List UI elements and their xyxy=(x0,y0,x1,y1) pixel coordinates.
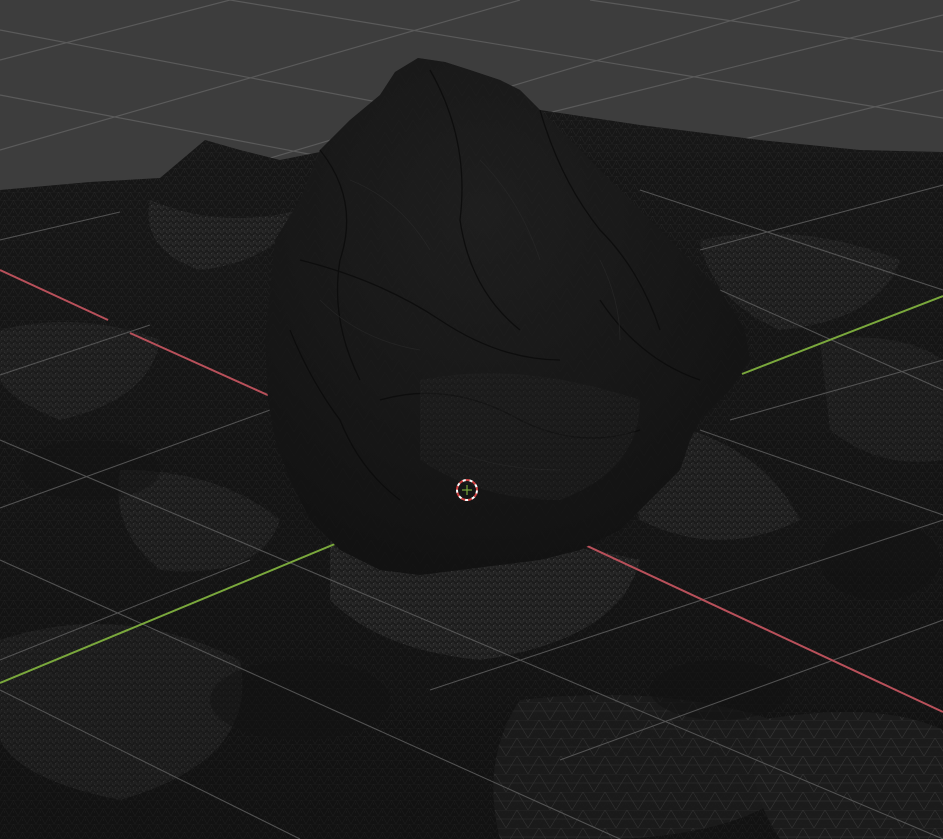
3d-viewport[interactable] xyxy=(0,0,943,839)
viewport-canvas[interactable] xyxy=(0,0,943,839)
